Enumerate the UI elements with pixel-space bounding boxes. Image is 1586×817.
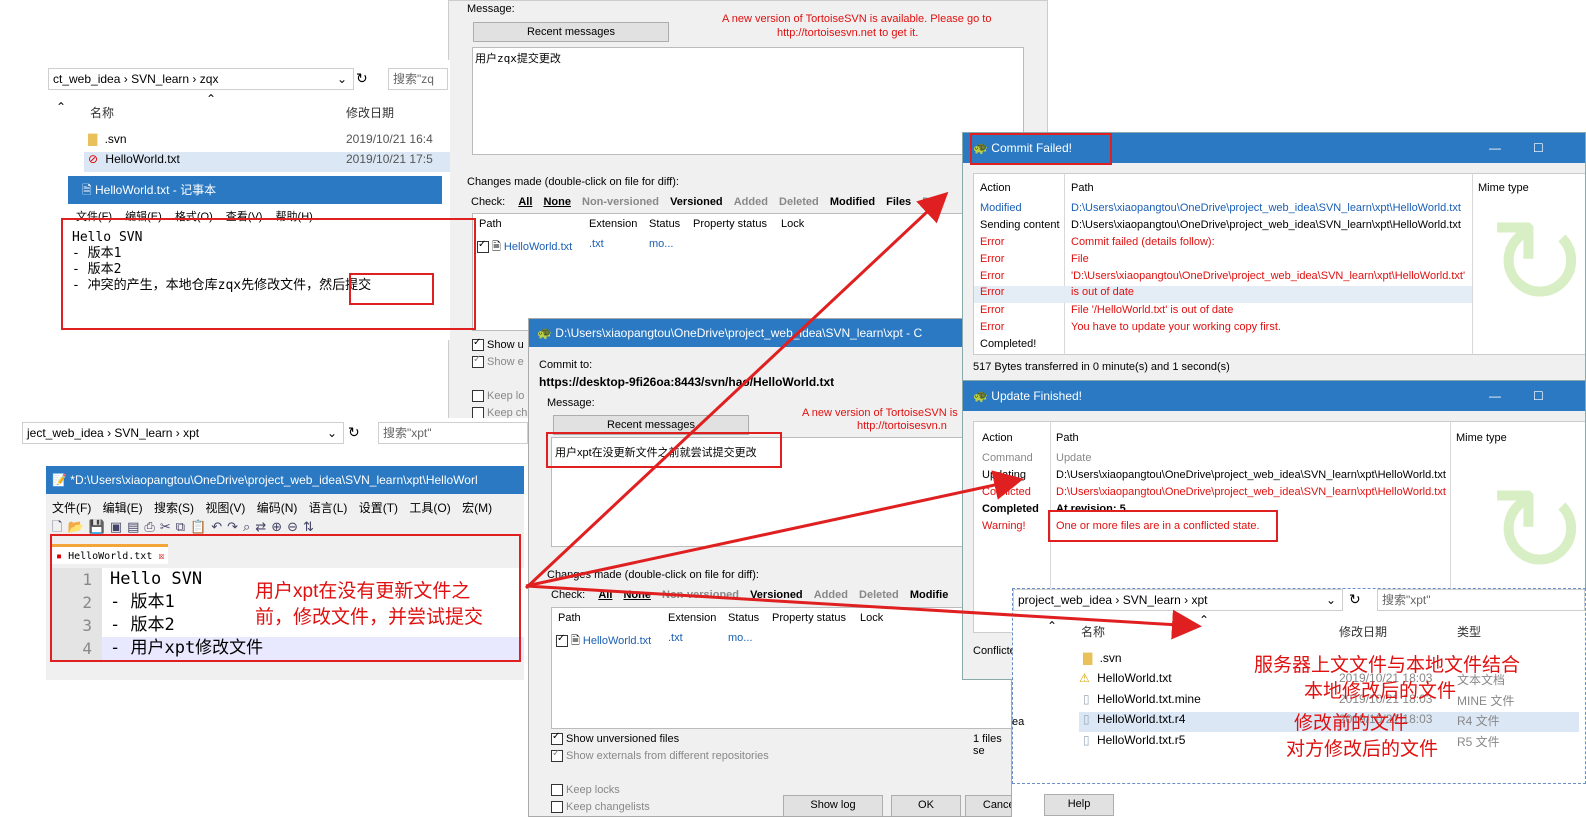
annotation-arrows	[524, 191, 1202, 640]
arrow-to-update-finished	[525, 470, 1024, 588]
arrow-to-result-files	[525, 584, 1202, 640]
arrow-to-commit-failed	[524, 191, 949, 590]
